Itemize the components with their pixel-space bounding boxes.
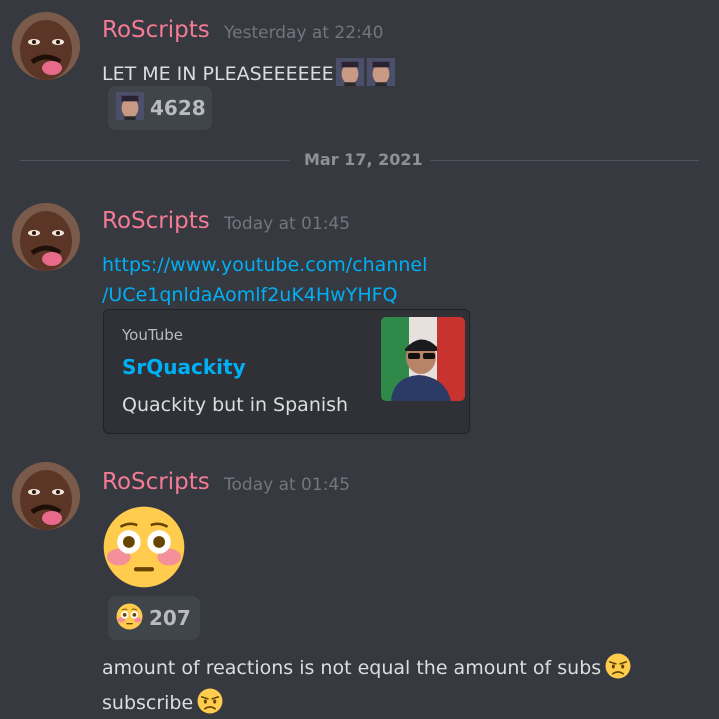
date-divider-label: Mar 17, 2021 (304, 150, 423, 169)
user-avatar[interactable] (12, 12, 80, 80)
flushed-emoji-icon (102, 505, 186, 593)
reaction-count: 4628 (150, 96, 206, 120)
username[interactable]: RoScripts (102, 469, 210, 495)
custom-face-emoji-icon (366, 58, 395, 91)
timestamp[interactable]: Today at 01:45 (224, 475, 350, 495)
user-avatar[interactable] (12, 462, 80, 530)
message-text-line-2: subscribe (102, 687, 224, 719)
timestamp[interactable]: Yesterday at 22:40 (224, 23, 383, 43)
custom-face-emoji-icon (116, 92, 144, 124)
channel-link-line-2[interactable]: /UCe1qnldaAomlf2uK4HwYHFQ (102, 284, 397, 306)
channel-link-line-1[interactable]: https://www.youtube.com/channel (102, 254, 427, 276)
timestamp[interactable]: Today at 01:45 (224, 214, 350, 234)
channel-link[interactable]: https://www.youtube.com/channel /UCe1qnl… (102, 250, 427, 310)
reaction-button[interactable]: 207 (108, 596, 200, 640)
message-content: LET ME IN PLEASEEEEEE (102, 63, 334, 85)
message-text-line-1: amount of reactions is not equal the amo… (102, 652, 632, 684)
message-content: amount of reactions is not equal the amo… (102, 657, 602, 679)
date-divider-line-right (430, 160, 699, 161)
reaction-count: 207 (149, 606, 191, 630)
custom-face-emoji-icon (335, 58, 364, 91)
link-embed: YouTube SrQuackity Quackity but in Spani… (103, 309, 470, 434)
message-content: subscribe (102, 692, 194, 714)
embed-provider[interactable]: YouTube (122, 326, 183, 344)
username[interactable]: RoScripts (102, 17, 210, 43)
user-avatar[interactable] (12, 203, 80, 271)
angry-emoji-icon (604, 652, 632, 684)
embed-thumbnail[interactable] (381, 317, 465, 401)
reaction-button[interactable]: 4628 (108, 86, 212, 130)
embed-description: Quackity but in Spanish (122, 394, 349, 416)
flushed-emoji-icon (116, 602, 143, 634)
username[interactable]: RoScripts (102, 208, 210, 234)
angry-emoji-icon (196, 687, 224, 719)
date-divider-line-left (20, 160, 290, 161)
embed-title[interactable]: SrQuackity (122, 355, 246, 379)
